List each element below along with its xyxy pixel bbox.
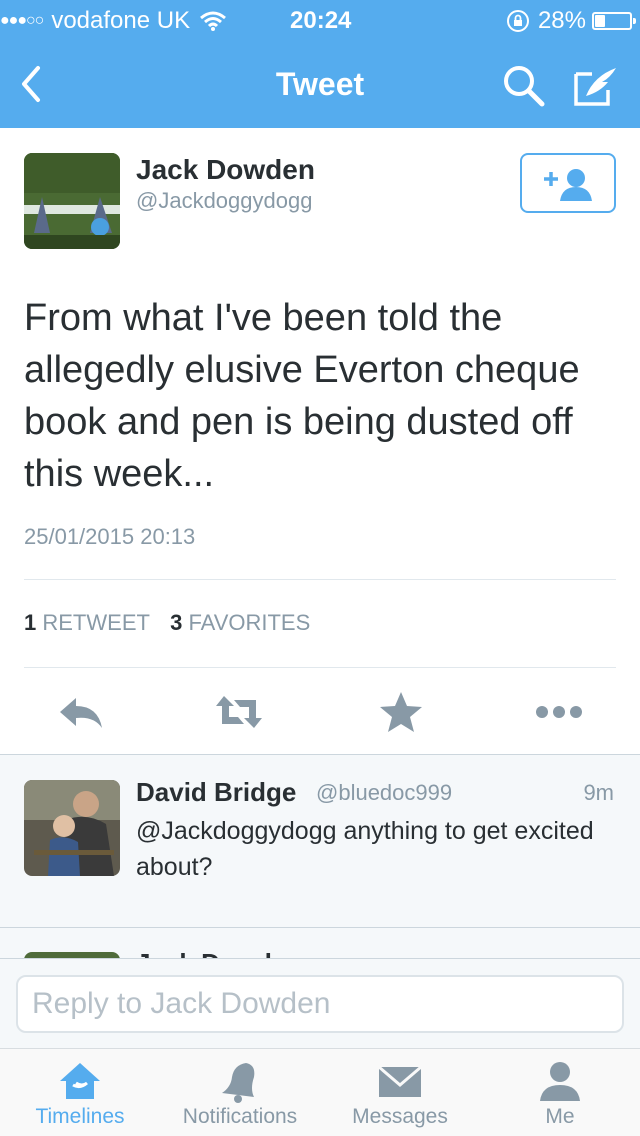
tab-bar: Timelines Notifications Messages Me: [0, 1048, 640, 1136]
reply-text: @Jackdoggydogg anything to get excited a…: [136, 817, 594, 881]
retweet-icon[interactable]: [214, 690, 264, 734]
reply-author-avatar[interactable]: [24, 780, 120, 876]
navigation-bar: Tweet: [0, 40, 640, 128]
author-handle[interactable]: @Jackdoggydogg: [136, 188, 312, 214]
signal-strength-icon: ●●●○○: [0, 12, 44, 29]
person-icon: [540, 1062, 580, 1101]
follow-button[interactable]: [520, 153, 616, 213]
reply-author-handle[interactable]: @bluedoc999: [316, 780, 452, 806]
wifi-icon: [200, 11, 227, 31]
tab-label: Timelines: [35, 1105, 125, 1128]
tab-notifications[interactable]: Notifications: [160, 1049, 320, 1136]
battery-percentage: 28%: [537, 7, 586, 34]
rotation-lock-icon: [506, 10, 529, 32]
star-icon[interactable]: [376, 690, 426, 734]
battery-level-fill: [595, 15, 605, 27]
favorite-label[interactable]: FAVORITES: [188, 610, 310, 635]
envelope-icon: [378, 1065, 422, 1097]
reply-time: 9m: [583, 780, 614, 805]
divider: [24, 667, 616, 668]
reply-author-name[interactable]: David Bridge: [136, 777, 296, 808]
more-icon[interactable]: [534, 690, 584, 734]
tab-label: Me: [545, 1105, 575, 1128]
tweet-stats: 1 RETWEET 3 FAVORITES: [24, 610, 310, 636]
tab-timelines[interactable]: Timelines: [0, 1049, 160, 1136]
retweet-label[interactable]: RETWEET: [42, 610, 150, 635]
tweet-text: From what I've been told the allegedly e…: [24, 297, 580, 495]
status-time: 20:24: [290, 7, 352, 34]
tab-me[interactable]: Me: [480, 1049, 640, 1136]
divider: [0, 754, 640, 755]
tab-label: Messages: [352, 1105, 448, 1128]
add-user-icon: [544, 169, 592, 201]
carrier-name: vodafone UK: [51, 7, 191, 34]
favorite-count[interactable]: 3: [170, 610, 182, 635]
author-name[interactable]: Jack Dowden: [136, 154, 315, 186]
reply-input[interactable]: [16, 975, 624, 1033]
reply-icon[interactable]: [56, 690, 106, 734]
author-avatar[interactable]: [24, 153, 120, 249]
battery-icon: [592, 12, 636, 30]
compose-icon[interactable]: [572, 64, 620, 108]
tweet-timestamp: 25/01/2015 20:13: [24, 524, 196, 549]
bell-icon: [222, 1063, 255, 1103]
home-icon: [60, 1063, 100, 1099]
status-bar: ●●●○○ vodafone UK 20:24 28%: [0, 0, 640, 40]
reply-composer: [0, 958, 640, 1048]
top-bar: ●●●○○ vodafone UK 20:24 28% Tweet: [0, 0, 640, 128]
tab-messages[interactable]: Messages: [320, 1049, 480, 1136]
search-icon[interactable]: [500, 62, 546, 108]
retweet-count[interactable]: 1: [24, 610, 36, 635]
tab-label: Notifications: [182, 1105, 298, 1128]
divider: [24, 579, 616, 580]
